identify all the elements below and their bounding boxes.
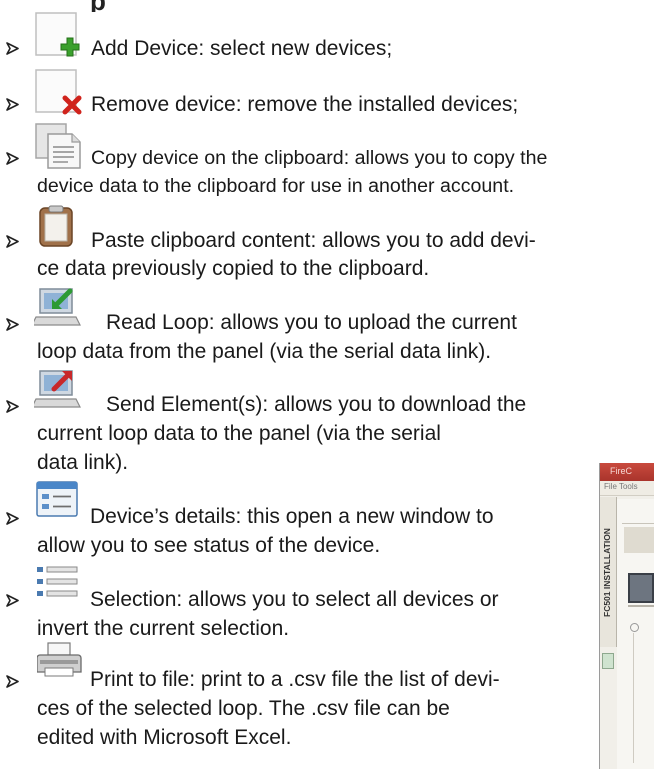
send-element-text-line3: data link). bbox=[37, 451, 129, 474]
divider bbox=[628, 605, 654, 607]
remove-device-icon[interactable] bbox=[34, 68, 84, 116]
selection-icon[interactable] bbox=[36, 564, 80, 600]
device-details-text-line2: allow you to see status of the device. bbox=[37, 534, 381, 557]
bullet-arrow-icon bbox=[6, 311, 20, 337]
print-to-file-text-line2: ces of the selected loop. The .csv file … bbox=[37, 697, 450, 720]
window-title-bar: FireC bbox=[600, 463, 654, 481]
window-menu-bar: File Tools bbox=[600, 481, 654, 496]
bullet-arrow-icon bbox=[6, 587, 20, 613]
print-to-file-text-line1: Print to file: print to a .csv file the … bbox=[90, 668, 500, 691]
device-details-text-line1: Device’s details: this open a new window… bbox=[90, 505, 494, 528]
section-heading-fragment: p bbox=[90, 0, 106, 12]
installation-side-tab: FC501 INSTALLATION bbox=[600, 497, 617, 647]
printer-icon[interactable] bbox=[37, 642, 83, 680]
bullet-arrow-icon bbox=[6, 228, 20, 254]
selection-text-line1: Selection: allows you to select all devi… bbox=[90, 588, 499, 611]
copy-device-text-line2: device data to the clipboard for use in … bbox=[37, 175, 515, 197]
print-to-file-text-line3: edited with Microsoft Excel. bbox=[37, 726, 292, 749]
divider bbox=[622, 523, 654, 524]
toolbar-strip bbox=[624, 527, 654, 553]
send-element-text-line2: current loop data to the panel (via the … bbox=[37, 422, 441, 445]
bullet-arrow-icon bbox=[6, 393, 20, 419]
send-element-icon[interactable] bbox=[34, 367, 82, 411]
copy-device-text-line1: Copy device on the clipboard: allows you… bbox=[91, 147, 548, 169]
installation-tab-label: FC501 INSTALLATION bbox=[602, 528, 612, 617]
side-tab-icon bbox=[602, 653, 614, 669]
add-device-icon[interactable] bbox=[34, 11, 82, 59]
app-window-screenshot: FireC File Tools FC501 INSTALLATION bbox=[599, 463, 654, 769]
window-menu-text: File Tools bbox=[604, 482, 638, 491]
clipboard-paste-icon[interactable] bbox=[35, 204, 79, 248]
tree-line bbox=[633, 633, 634, 763]
selection-text-line2: invert the current selection. bbox=[37, 617, 290, 640]
device-details-icon[interactable] bbox=[36, 481, 78, 517]
read-loop-text-line2: loop data from the panel (via the serial… bbox=[37, 340, 492, 363]
tree-node-icon bbox=[630, 623, 639, 632]
device-panel-image bbox=[628, 573, 654, 603]
add-device-text: Add Device: select new devices; bbox=[91, 37, 393, 60]
remove-device-text: Remove device: remove the installed devi… bbox=[91, 93, 519, 116]
bullet-arrow-icon bbox=[6, 91, 20, 117]
bullet-arrow-icon bbox=[6, 668, 20, 694]
window-title: FireC bbox=[610, 466, 632, 476]
bullet-arrow-icon bbox=[6, 145, 20, 171]
send-element-text-line1: Send Element(s): allows you to download … bbox=[106, 393, 527, 416]
read-loop-icon[interactable] bbox=[34, 285, 82, 329]
paste-text-line1: Paste clipboard content: allows you to a… bbox=[91, 229, 536, 252]
read-loop-text-line1: Read Loop: allows you to upload the curr… bbox=[106, 311, 517, 334]
paste-text-line2: ce data previously copied to the clipboa… bbox=[37, 257, 430, 280]
bullet-arrow-icon bbox=[6, 505, 20, 531]
bullet-arrow-icon bbox=[6, 35, 20, 61]
copy-icon[interactable] bbox=[34, 122, 84, 170]
